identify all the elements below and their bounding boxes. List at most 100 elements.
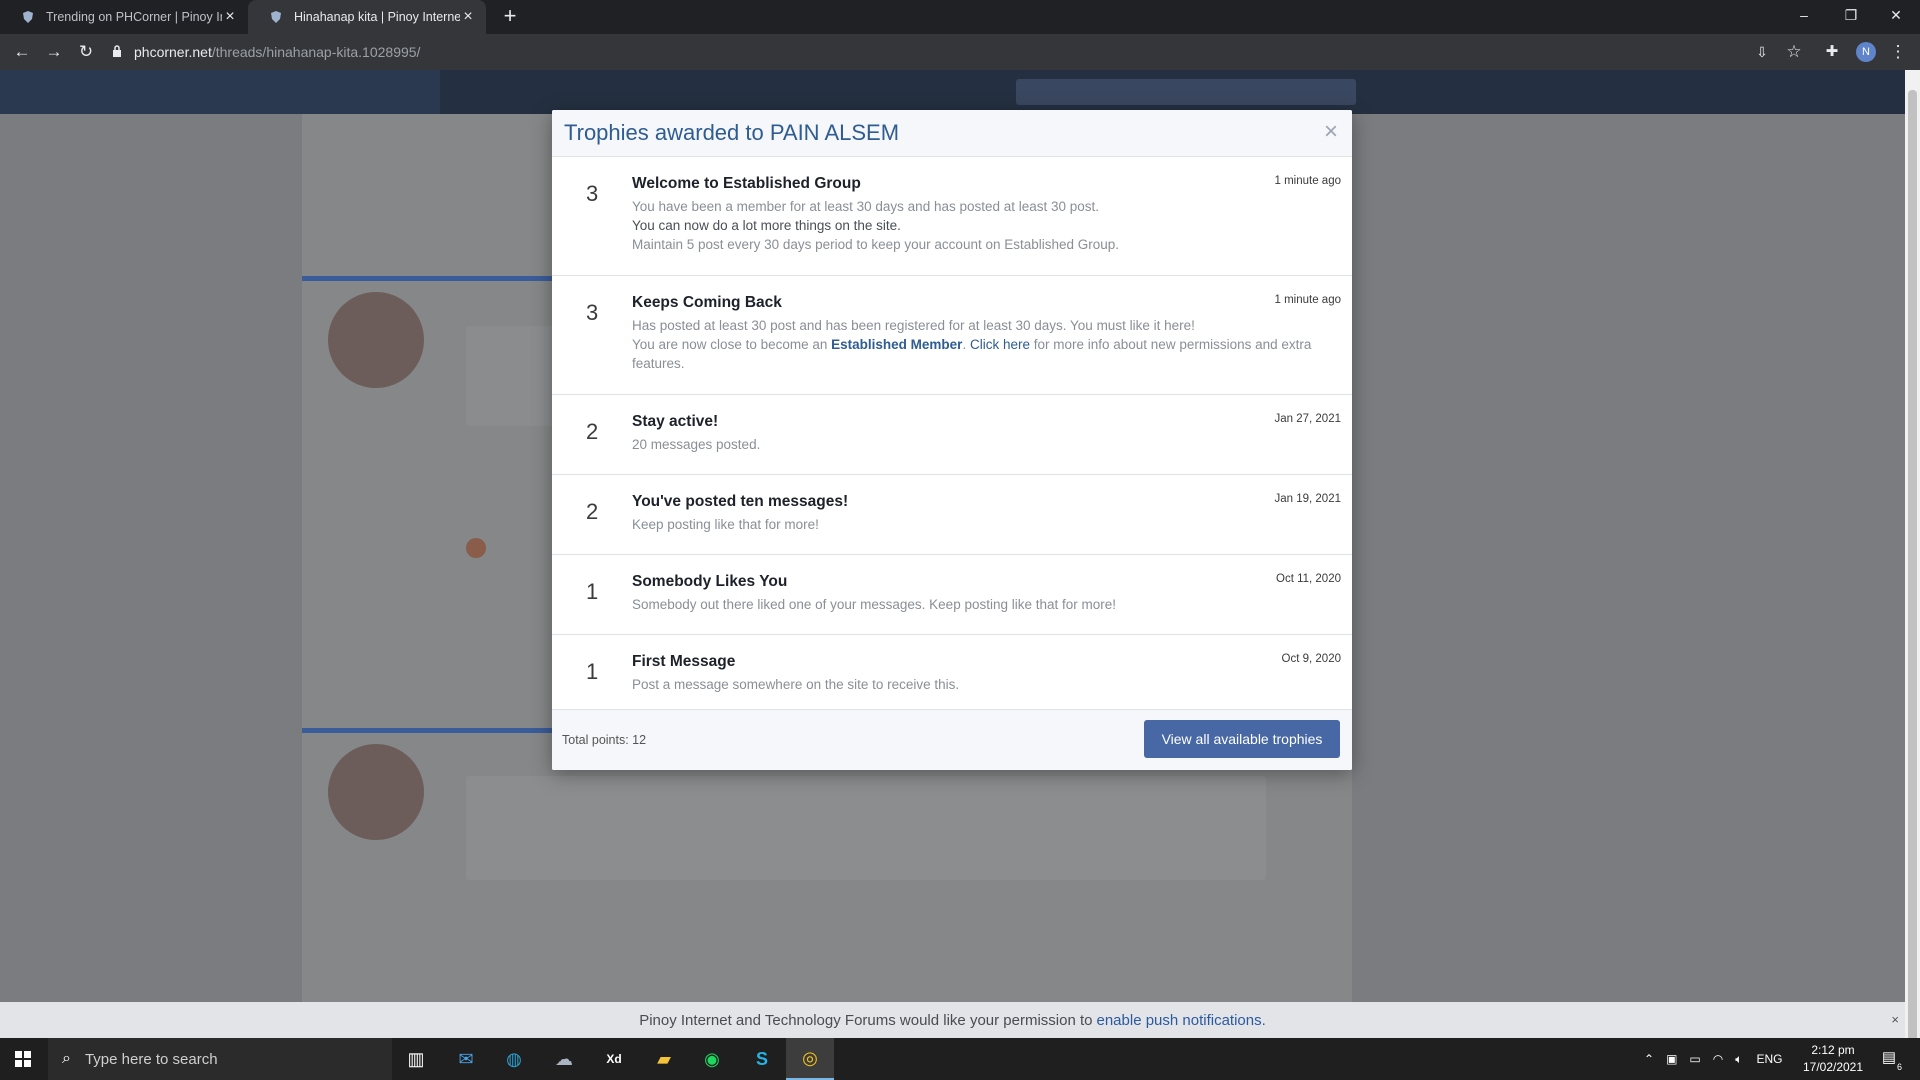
restore-icon[interactable]: ❐ bbox=[1829, 0, 1873, 30]
trophy-description: Post a message somewhere on the site to … bbox=[632, 677, 960, 692]
trophy-name: Somebody Likes You bbox=[632, 573, 788, 590]
new-tab-button[interactable]: + bbox=[498, 4, 522, 28]
scrollbar-thumb[interactable] bbox=[1908, 90, 1917, 1050]
trophy-points: 3 bbox=[586, 300, 599, 325]
push-notice-text: Pinoy Internet and Technology Forums wou… bbox=[639, 1011, 1093, 1029]
taskbar-search-placeholder: Type here to search bbox=[84, 1050, 218, 1068]
clock-date: 17/02/2021 bbox=[1802, 1060, 1864, 1074]
click-here-link[interactable]: Click here bbox=[970, 337, 1030, 352]
profile-avatar[interactable]: N bbox=[1856, 42, 1876, 62]
modal-footer: Total points: 12 View all available trop… bbox=[552, 709, 1352, 770]
forward-icon[interactable]: → bbox=[42, 40, 66, 64]
mail-app-icon[interactable]: ✉ bbox=[442, 1038, 490, 1080]
url-domain: phcorner.net bbox=[134, 44, 212, 60]
bookmark-star-icon[interactable]: ☆ bbox=[1782, 40, 1806, 64]
trophy-time: Jan 19, 2021 bbox=[1274, 493, 1341, 505]
network-icon[interactable]: ▣ bbox=[1666, 1052, 1677, 1066]
established-member-link[interactable]: Established Member bbox=[831, 337, 962, 352]
trophy-points: 2 bbox=[586, 419, 599, 444]
taskbar-search-box[interactable]: ⌕ Type here to search bbox=[48, 1038, 392, 1080]
trophy-name: Keeps Coming Back bbox=[632, 294, 782, 311]
close-tab-icon[interactable]: × bbox=[460, 8, 476, 26]
tab-title: Trending on PHCorner | Pinoy Int bbox=[46, 10, 222, 24]
page-scrollbar[interactable] bbox=[1905, 70, 1920, 1080]
trophy-time: Oct 9, 2020 bbox=[1281, 653, 1341, 665]
total-points: Total points: 12 bbox=[562, 733, 647, 747]
close-notice-icon[interactable]: × bbox=[1891, 1012, 1899, 1027]
phcorner-favicon-icon bbox=[268, 9, 284, 25]
phcorner-favicon-icon bbox=[20, 9, 36, 25]
skype-icon[interactable]: S bbox=[738, 1038, 786, 1080]
trophies-modal: Trophies awarded to PAIN ALSEM × 3 Welco… bbox=[552, 110, 1352, 770]
quote-block-blurred bbox=[466, 776, 1266, 880]
trophy-time: 1 minute ago bbox=[1274, 175, 1342, 187]
close-modal-icon[interactable]: × bbox=[1324, 120, 1338, 144]
action-center-icon[interactable]: ▤ 6 bbox=[1878, 1048, 1902, 1072]
trophy-points: 2 bbox=[586, 499, 599, 524]
modal-title: Trophies awarded to PAIN ALSEM bbox=[564, 120, 900, 145]
trophy-points: 1 bbox=[586, 659, 599, 684]
windows-taskbar: ⌕ Type here to search ▥ ✉ ◍ ☁ Xd ▰ ◉ S ◎… bbox=[0, 1038, 1920, 1080]
lock-icon bbox=[112, 44, 122, 60]
trophy-name: You've posted ten messages! bbox=[632, 493, 849, 510]
spotify-icon[interactable]: ◉ bbox=[688, 1038, 736, 1080]
notification-count: 6 bbox=[1896, 1062, 1902, 1072]
browser-toolbar: ← → ↻ phcorner.net/threads/hinahanap-kit… bbox=[0, 34, 1920, 70]
site-logo-area bbox=[0, 70, 440, 114]
back-icon[interactable]: ← bbox=[10, 40, 34, 64]
extensions-puzzle-icon[interactable]: ✚ bbox=[1820, 40, 1844, 64]
trophy-item: 3 Keeps Coming Back Has posted at least … bbox=[552, 276, 1352, 395]
taskbar-clock[interactable]: 2:12 pm 17/02/2021 bbox=[1795, 1042, 1871, 1076]
install-app-icon[interactable]: ⇩ bbox=[1750, 40, 1774, 64]
trophy-description: Keep posting like that for more! bbox=[632, 517, 819, 532]
trophy-description: Has posted at least 30 post and has been… bbox=[632, 316, 1340, 373]
avatar bbox=[328, 292, 424, 388]
trophy-desc-line: You are now close to become an Establish… bbox=[632, 335, 1330, 373]
show-hidden-icons-icon[interactable]: ⌃ bbox=[1644, 1052, 1654, 1066]
browser-menu-icon[interactable]: ⋮ bbox=[1886, 40, 1910, 64]
desc-text: . bbox=[962, 337, 970, 352]
trophy-item: 3 Welcome to Established Group You have … bbox=[552, 157, 1352, 276]
tab-title: Hinahanap kita | Pinoy Internet a bbox=[294, 10, 460, 24]
site-search-blurred bbox=[1016, 79, 1356, 105]
edge-browser-icon[interactable]: ◍ bbox=[490, 1038, 538, 1080]
quote-block-blurred bbox=[466, 326, 566, 426]
volume-icon[interactable]: 🔈︎ bbox=[1735, 1052, 1742, 1067]
chrome-browser-icon[interactable]: ◎ bbox=[786, 1038, 834, 1080]
trophy-name: First Message bbox=[632, 653, 736, 670]
small-avatar bbox=[466, 538, 486, 558]
trophy-description: 20 messages posted. bbox=[632, 437, 761, 452]
trophy-item: 2 Stay active! 20 messages posted. Jan 2… bbox=[552, 395, 1352, 475]
trophy-item: 1 First Message Post a message somewhere… bbox=[552, 635, 1352, 714]
language-indicator[interactable]: ENG bbox=[1756, 1052, 1782, 1066]
adobe-xd-icon[interactable]: Xd bbox=[590, 1038, 638, 1080]
wifi-icon[interactable]: ◠ bbox=[1713, 1052, 1723, 1066]
trophy-description: Somebody out there liked one of your mes… bbox=[632, 597, 1117, 612]
trophy-item: 1 Somebody Likes You Somebody out there … bbox=[552, 555, 1352, 635]
close-window-icon[interactable]: ✕ bbox=[1874, 0, 1918, 30]
tab-hinahanap-kita[interactable]: Hinahanap kita | Pinoy Internet a × bbox=[248, 0, 486, 34]
trophy-description: You have been a member for at least 30 d… bbox=[632, 197, 1340, 254]
minimize-icon[interactable]: – bbox=[1782, 0, 1826, 30]
trophy-desc-line: You can now do a lot more things on the … bbox=[632, 218, 901, 233]
enable-push-link[interactable]: enable push notifications. bbox=[1097, 1012, 1266, 1029]
battery-icon[interactable]: ▭ bbox=[1689, 1052, 1700, 1066]
file-explorer-icon[interactable]: ▰ bbox=[640, 1038, 688, 1080]
tab-trending[interactable]: Trending on PHCorner | Pinoy Int × bbox=[0, 0, 248, 34]
close-tab-icon[interactable]: × bbox=[222, 8, 238, 26]
reload-icon[interactable]: ↻ bbox=[74, 40, 98, 64]
trophy-item: 2 You've posted ten messages! Keep posti… bbox=[552, 475, 1352, 555]
address-bar[interactable]: phcorner.net/threads/hinahanap-kita.1028… bbox=[112, 37, 420, 67]
trophy-desc-line: Has posted at least 30 post and has been… bbox=[632, 318, 1195, 333]
search-icon: ⌕ bbox=[62, 1050, 71, 1067]
trophy-name: Stay active! bbox=[632, 413, 719, 430]
tray-icons: ⌃ ▣ ▭ ◠ 🔈︎ ENG bbox=[1644, 1038, 1782, 1080]
view-all-trophies-button[interactable]: View all available trophies bbox=[1144, 720, 1340, 758]
site-navigation-blurred bbox=[0, 70, 1905, 114]
trophy-time: Oct 11, 2020 bbox=[1276, 573, 1341, 585]
trophy-points: 3 bbox=[586, 181, 599, 206]
task-view-icon[interactable]: ▥ bbox=[392, 1038, 440, 1080]
messenger-app-icon[interactable]: ☁ bbox=[540, 1038, 588, 1080]
windows-start-icon[interactable] bbox=[0, 1038, 46, 1080]
clock-time: 2:12 pm bbox=[1811, 1043, 1855, 1057]
